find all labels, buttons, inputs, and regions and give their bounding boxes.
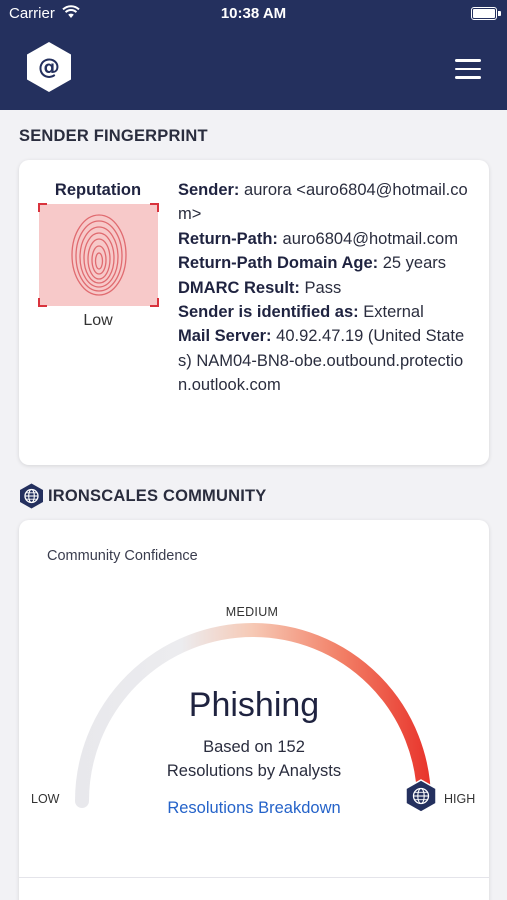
- status-bar: Carrier 10:38 AM: [0, 0, 507, 28]
- resolution-count-text: Based on 152 Resolutions by Analysts: [166, 738, 342, 780]
- card-divider: [19, 877, 489, 878]
- sender-fingerprint-title: SENDER FINGERPRINT: [19, 127, 208, 145]
- sender-fingerprint-card: Reputation Low Sender: aurora <auro6804@…: [19, 160, 489, 465]
- domain-age-row: Return-Path Domain Age: 25 years: [178, 254, 447, 273]
- return-path-row: Return-Path: auro6804@hotmail.com: [178, 229, 458, 248]
- dmarc-row: DMARC Result: Pass: [178, 278, 342, 297]
- battery-icon: [471, 7, 497, 20]
- sender-row: Sender: aurora <auro6804@hotmail.com>: [178, 181, 468, 224]
- hamburger-menu-icon[interactable]: [455, 59, 481, 79]
- gauge-medium-label: MEDIUM: [225, 605, 279, 619]
- sender-identity-row: Sender is identified as: External: [178, 303, 424, 322]
- battery-tip: [498, 11, 501, 16]
- sender-details: Sender: aurora <auro6804@hotmail.com> Re…: [178, 178, 474, 398]
- top-nav-bar: @: [0, 28, 507, 110]
- app-logo-icon[interactable]: @: [26, 41, 72, 93]
- mail-server-row: Mail Server: 40.92.47.19 (United States)…: [178, 327, 465, 395]
- resolutions-breakdown-link[interactable]: Resolutions Breakdown: [19, 799, 489, 818]
- ironscales-community-title: IRONSCALES COMMUNITY: [48, 487, 267, 505]
- globe-hexagon-icon: [20, 483, 43, 509]
- fingerprint-box: [38, 203, 159, 307]
- svg-text:@: @: [38, 55, 60, 80]
- verdict-label: Phishing: [188, 686, 320, 724]
- fingerprint-icon: [71, 214, 127, 296]
- reputation-label: Reputation: [54, 181, 142, 199]
- community-card: Community Confidence MEDIUM LOW HIGH Phi…: [19, 520, 489, 900]
- clock-time: 10:38 AM: [220, 5, 287, 22]
- reputation-value: Low: [83, 312, 113, 329]
